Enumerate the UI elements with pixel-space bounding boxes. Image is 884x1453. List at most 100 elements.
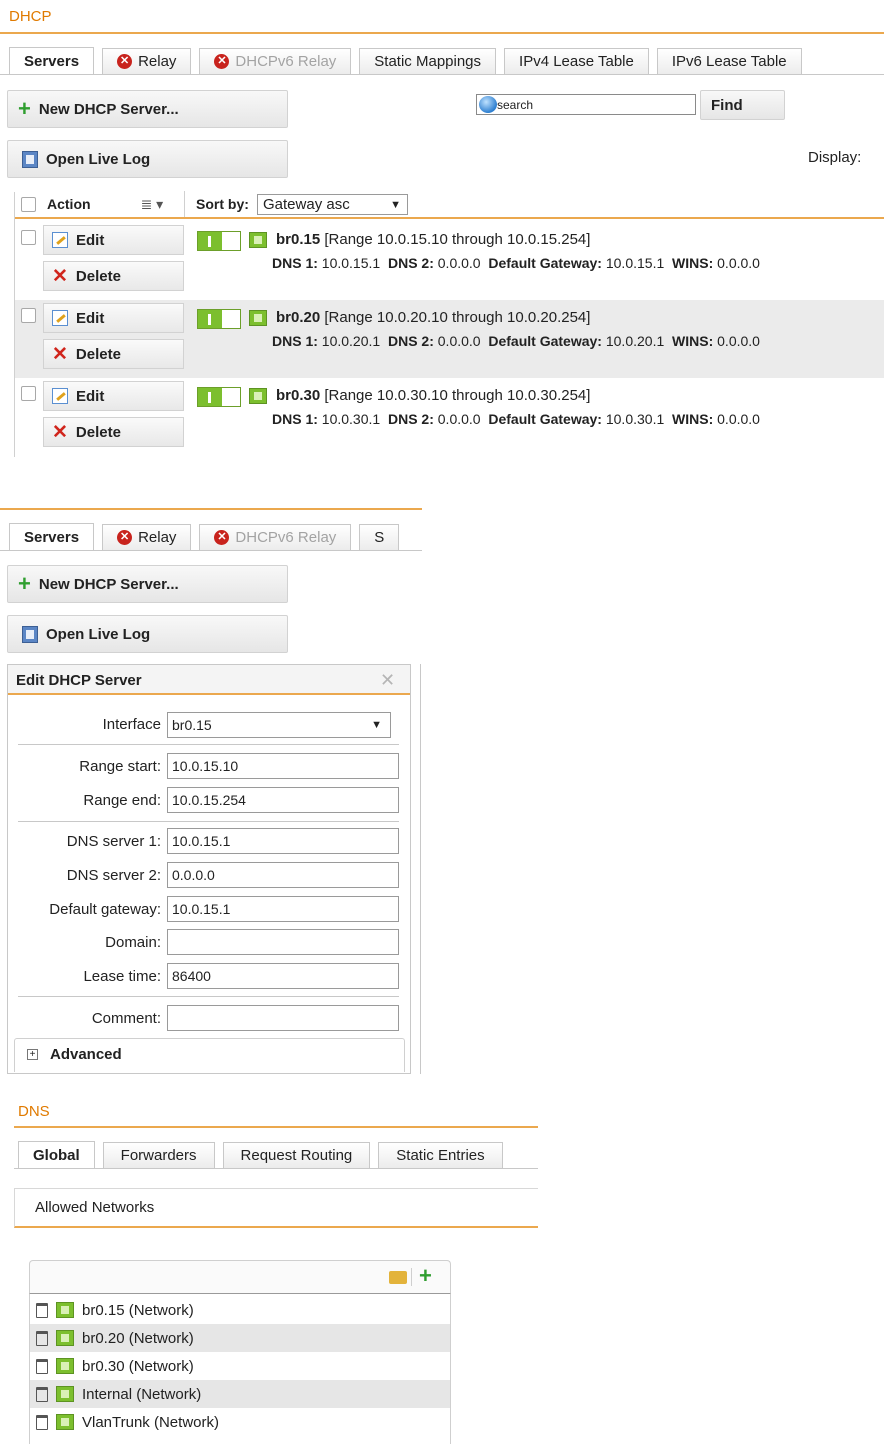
folder-icon[interactable]: [389, 1271, 407, 1284]
network-name: br0.15 (Network): [82, 1301, 194, 1319]
dialog-title: Edit DHCP Server: [16, 672, 142, 689]
gateway-value: 10.0.15.1: [605, 255, 665, 271]
tab-dhcpv6-relay[interactable]: ✕ DHCPv6 Relay: [199, 524, 352, 550]
trash-icon[interactable]: [36, 1414, 48, 1430]
tab-static-mappings[interactable]: S: [359, 524, 400, 550]
dropdown-arrow-icon: ▼: [371, 719, 382, 731]
network-icon: [249, 232, 267, 248]
edit-button[interactable]: Edit: [43, 381, 184, 411]
edit-button[interactable]: Edit: [43, 303, 184, 333]
interface-select[interactable]: br0.15 ▼: [167, 712, 391, 738]
trash-icon[interactable]: [36, 1358, 48, 1374]
dns1-value: 10.0.30.1: [321, 411, 381, 427]
dns-server-1-label: DNS server 1:: [66, 833, 161, 850]
tab-global[interactable]: Global: [18, 1141, 95, 1168]
list-item: br0.20 (Network): [30, 1324, 450, 1352]
row-checkbox[interactable]: [21, 386, 36, 401]
edit-button[interactable]: Edit: [43, 225, 184, 255]
interface-label: Interface: [102, 716, 161, 733]
tab-ipv6-lease-table[interactable]: IPv6 Lease Table: [656, 48, 802, 74]
dns2-value: 0.0.0.0: [437, 255, 481, 271]
dns1-value: 10.0.20.1: [321, 333, 381, 349]
advanced-section[interactable]: + Advanced: [14, 1038, 405, 1072]
dns-server-2-label: DNS server 2:: [66, 867, 161, 884]
add-icon[interactable]: +: [419, 1265, 432, 1287]
button-label: Edit: [76, 231, 105, 249]
range-start-field[interactable]: 10.0.15.10: [167, 753, 399, 779]
select-all-checkbox[interactable]: [21, 196, 36, 212]
tab-servers[interactable]: Servers: [9, 47, 95, 74]
button-label: Delete: [75, 267, 121, 285]
new-dhcp-server-button[interactable]: + New DHCP Server...: [7, 565, 288, 603]
range-end-field[interactable]: 10.0.15.254: [167, 787, 399, 813]
edit-section-tabs: Servers ✕ Relay ✕ DHCPv6 Relay S: [9, 523, 422, 550]
trash-icon[interactable]: [36, 1302, 48, 1318]
row-checkbox[interactable]: [21, 308, 36, 323]
tab-static-mappings[interactable]: Static Mappings: [359, 48, 497, 74]
tab-relay[interactable]: ✕ Relay: [102, 48, 192, 74]
dns-server-1-field[interactable]: 10.0.15.1: [167, 828, 399, 854]
search-input[interactable]: search: [476, 94, 696, 115]
tab-label: IPv6 Lease Table: [671, 53, 787, 70]
button-label: New DHCP Server...: [38, 575, 179, 593]
expand-icon[interactable]: +: [27, 1049, 38, 1060]
tab-label: Relay: [138, 53, 177, 70]
dns-tabs: Global Forwarders Request Routing Static…: [18, 1141, 538, 1168]
server-details: DNS 1: 10.0.30.1 DNS 2: 0.0.0.0 Default …: [272, 411, 760, 427]
gateway-value: 10.0.20.1: [605, 333, 665, 349]
tab-servers[interactable]: Servers: [9, 523, 95, 550]
dns-server-2-field[interactable]: 0.0.0.0: [167, 862, 399, 888]
delete-button[interactable]: ✕ Delete: [43, 261, 184, 291]
default-gateway-field[interactable]: 10.0.15.1: [167, 896, 399, 922]
open-live-log-button[interactable]: Open Live Log: [7, 615, 288, 653]
enable-toggle[interactable]: [197, 309, 241, 329]
close-icon[interactable]: ✕: [380, 670, 395, 691]
open-live-log-button[interactable]: Open Live Log: [7, 140, 288, 178]
delete-icon: ✕: [52, 343, 68, 365]
enable-toggle[interactable]: [197, 387, 241, 407]
dns1-label: DNS 1:: [272, 255, 318, 271]
toggle-off: [222, 232, 240, 250]
tab-label: Static Entries: [396, 1147, 485, 1164]
column-menu-icon[interactable]: ≣ ▾: [141, 196, 164, 213]
comment-label: Comment:: [91, 1010, 161, 1027]
network-name: Internal (Network): [82, 1385, 202, 1403]
lease-time-field[interactable]: 86400: [167, 963, 399, 989]
trash-icon[interactable]: [36, 1330, 48, 1346]
edit-icon: [52, 388, 68, 404]
row-checkbox[interactable]: [21, 230, 36, 245]
new-dhcp-server-button[interactable]: + New DHCP Server...: [7, 90, 288, 128]
edit-icon: [52, 310, 68, 326]
delete-icon: ✕: [52, 421, 68, 443]
list-item: br0.30 (Network): [30, 1352, 450, 1380]
field-value: 10.0.15.1: [172, 833, 231, 849]
sort-select[interactable]: Gateway asc ▼: [257, 194, 408, 215]
domain-field[interactable]: [167, 929, 399, 955]
tab-label: Forwarders: [120, 1147, 197, 1164]
table-row: Edit ✕ Delete br0.15 [Range 10.0.15.10 th…: [14, 222, 884, 300]
tab-dhcpv6-relay[interactable]: ✕ DHCPv6 Relay: [199, 48, 352, 74]
tab-forwarders[interactable]: Forwarders: [102, 1142, 215, 1168]
field-value: 10.0.15.1: [172, 901, 231, 917]
tab-label: Servers: [24, 528, 80, 546]
tab-static-entries[interactable]: Static Entries: [378, 1142, 503, 1168]
comment-field[interactable]: [167, 1005, 399, 1031]
delete-button[interactable]: ✕ Delete: [43, 417, 184, 447]
tab-relay[interactable]: ✕ Relay: [102, 524, 192, 550]
tab-ipv4-lease-table[interactable]: IPv4 Lease Table: [504, 48, 649, 74]
enable-toggle[interactable]: [197, 231, 241, 251]
tab-request-routing[interactable]: Request Routing: [222, 1142, 371, 1168]
plus-icon: +: [18, 96, 31, 121]
form-separator: [18, 744, 399, 745]
button-label: Edit: [76, 387, 105, 405]
network-name: br0.20 (Network): [82, 1329, 194, 1347]
error-icon: ✕: [117, 54, 133, 69]
field-value: 86400: [172, 968, 211, 984]
wins-label: WINS:: [672, 411, 714, 427]
delete-button[interactable]: ✕ Delete: [43, 339, 184, 369]
server-details: DNS 1: 10.0.20.1 DNS 2: 0.0.0.0 Default …: [272, 333, 760, 349]
network-name: br0.30 (Network): [82, 1357, 194, 1375]
find-button[interactable]: Find: [700, 90, 785, 120]
trash-icon[interactable]: [36, 1386, 48, 1402]
plus-icon: +: [18, 571, 31, 596]
